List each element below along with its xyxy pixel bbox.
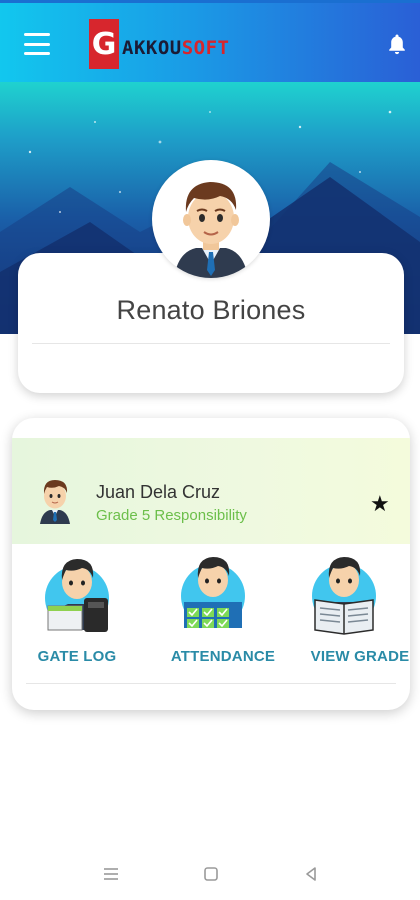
view-grade-button[interactable]: VIEW GRADE (295, 538, 410, 684)
logo-letter: G (89, 19, 119, 69)
student-card: Juan Dela Cruz Grade 5 Responsibility ★ … (12, 418, 410, 710)
back-icon[interactable] (303, 865, 319, 883)
logo-text-dark: AKKOU (122, 37, 182, 59)
student-selector[interactable]: Juan Dela Cruz Grade 5 Responsibility ★ (12, 438, 410, 544)
hamburger-menu-icon[interactable] (24, 33, 50, 55)
gate-log-label: GATE LOG (37, 648, 117, 665)
male-teacher-avatar-icon (174, 182, 248, 278)
view-grade-label: VIEW GRADE (310, 648, 410, 665)
student-name: Juan Dela Cruz (96, 482, 221, 502)
system-nav-bar (0, 850, 420, 900)
profile-name: Renato Briones (116, 295, 306, 325)
favorite-star-icon[interactable]: ★ (370, 492, 390, 517)
logo-text-red: SOFT (181, 37, 230, 59)
view-grade-icon (312, 557, 376, 635)
gate-log-icon (45, 559, 109, 632)
attendance-button[interactable]: ATTENDANCE (158, 538, 288, 684)
recent-apps-icon[interactable] (102, 865, 120, 883)
bell-icon[interactable] (388, 33, 406, 55)
attendance-label: ATTENDANCE (170, 648, 276, 665)
profile-divider (32, 343, 390, 344)
student-avatar-icon (40, 480, 70, 524)
app-logo: G AKKOUSOFT (89, 18, 229, 70)
profile-avatar[interactable] (152, 160, 270, 278)
gate-log-button[interactable]: GATE LOG (12, 538, 142, 684)
student-grade: Grade 5 Responsibility (96, 507, 247, 524)
app-bar: G AKKOUSOFT (0, 0, 420, 82)
attendance-icon (181, 557, 245, 628)
logo-wordmark: AKKOUSOFT (122, 37, 229, 59)
home-icon[interactable] (203, 865, 219, 883)
card-divider (26, 683, 396, 684)
